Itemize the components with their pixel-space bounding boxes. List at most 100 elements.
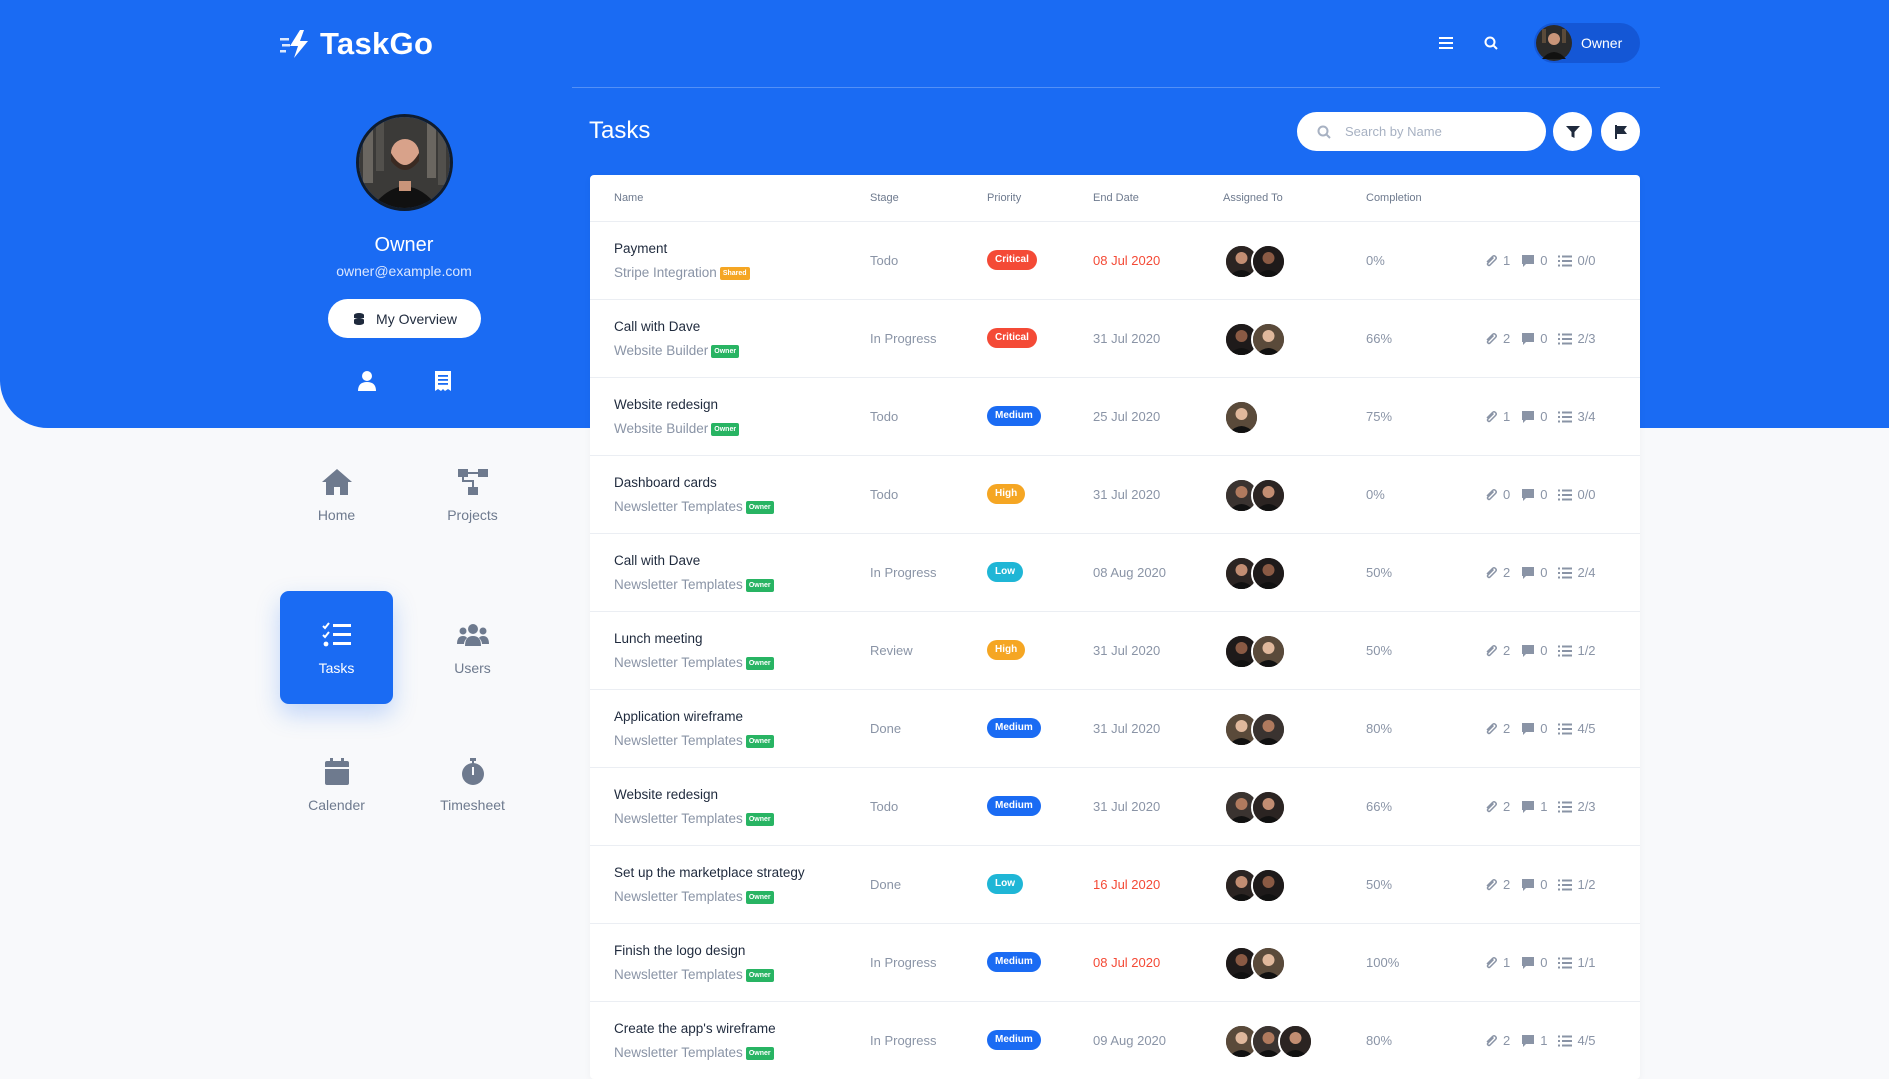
task-project[interactable]: Newsletter Templates Owner [614,810,774,826]
attachments-count[interactable]: 2 [1484,565,1510,580]
table-row[interactable]: Application wireframe Newsletter Template… [590,690,1640,768]
column-header-end-date[interactable]: End Date [1093,192,1139,204]
my-overview-button[interactable]: My Overview [328,299,481,338]
comments-count[interactable]: 0 [1521,331,1547,346]
assignee-avatar[interactable] [1251,556,1286,591]
assignee-avatar[interactable] [1251,790,1286,825]
attachments-count[interactable]: 1 [1484,253,1510,268]
checklist-count[interactable]: 4/5 [1558,1033,1596,1048]
nav-projects[interactable]: Projects [416,438,529,551]
column-header-completion[interactable]: Completion [1366,192,1422,204]
checklist-count[interactable]: 0/0 [1558,487,1596,502]
nav-calendar[interactable]: Calender [280,728,393,841]
task-name[interactable]: Call with Dave [614,319,700,334]
comments-count[interactable]: 0 [1521,877,1547,892]
nav-timesheet[interactable]: Timesheet [416,728,529,841]
comments-count[interactable]: 1 [1521,799,1547,814]
assignee-avatar[interactable] [1251,478,1286,513]
checklist-count[interactable]: 2/4 [1558,565,1596,580]
task-name[interactable]: Website redesign [614,787,718,802]
task-project[interactable]: Newsletter Templates Owner [614,654,774,670]
search-bar[interactable] [1297,112,1546,151]
column-header-priority[interactable]: Priority [987,192,1021,204]
comments-count[interactable]: 0 [1521,253,1547,268]
assignee-avatar[interactable] [1278,1024,1313,1059]
assignee-avatar[interactable] [1251,946,1286,981]
comments-count[interactable]: 1 [1521,1033,1547,1048]
assignee-avatar[interactable] [1224,400,1259,435]
task-project[interactable]: Newsletter Templates Owner [614,1044,774,1060]
table-row[interactable]: Create the app's wireframe Newsletter Tem… [590,1002,1640,1079]
flag-button[interactable] [1601,112,1640,151]
assignee-avatar[interactable] [1251,634,1286,669]
menu-button[interactable] [1433,30,1459,56]
task-name[interactable]: Application wireframe [614,709,743,724]
user-menu[interactable]: Owner [1534,23,1640,63]
comments-count[interactable]: 0 [1521,487,1547,502]
attachments-count[interactable]: 2 [1484,643,1510,658]
task-project[interactable]: Website Builder Owner [614,420,740,436]
comments-count[interactable]: 0 [1521,565,1547,580]
profile-receipt-button[interactable] [432,369,454,393]
nav-tasks[interactable]: Tasks [280,591,393,704]
task-project[interactable]: Newsletter Templates Owner [614,966,774,982]
comments-count[interactable]: 0 [1521,955,1547,970]
assignee-avatar[interactable] [1251,712,1286,747]
checklist-count[interactable]: 2/3 [1558,331,1596,346]
table-row[interactable]: Website redesign Newsletter Templates Owne… [590,768,1640,846]
task-name[interactable]: Dashboard cards [614,475,717,490]
attachments-count[interactable]: 2 [1484,721,1510,736]
task-project[interactable]: Website Builder Owner [614,342,740,358]
table-row[interactable]: Finish the logo design Newsletter Templat… [590,924,1640,1002]
assignee-avatar[interactable] [1251,322,1286,357]
table-row[interactable]: Website redesign Website Builder Owner Todo… [590,378,1640,456]
column-header-assigned-to[interactable]: Assigned To [1223,192,1283,204]
comments-count[interactable]: 0 [1521,643,1547,658]
comments-count[interactable]: 0 [1521,721,1547,736]
checklist-count[interactable]: 2/3 [1558,799,1596,814]
profile-user-button[interactable] [356,369,378,393]
task-name[interactable]: Website redesign [614,397,718,412]
attachments-count[interactable]: 1 [1484,955,1510,970]
task-project[interactable]: Newsletter Templates Owner [614,888,774,904]
task-project[interactable]: Stripe Integration Shared [614,264,750,280]
column-header-stage[interactable]: Stage [870,192,899,204]
checklist-count[interactable]: 1/2 [1558,643,1596,658]
attachments-count[interactable]: 2 [1484,799,1510,814]
assignee-avatar[interactable] [1251,244,1286,279]
search-input[interactable] [1345,124,1525,139]
checklist-count[interactable]: 3/4 [1558,409,1596,424]
table-row[interactable]: Dashboard cards Newsletter Templates Owner… [590,456,1640,534]
assignee-avatar[interactable] [1251,868,1286,903]
task-project[interactable]: Newsletter Templates Owner [614,498,774,514]
checklist-count[interactable]: 0/0 [1558,253,1596,268]
nav-home[interactable]: Home [280,438,393,551]
nav-users[interactable]: Users [416,591,529,704]
task-project[interactable]: Newsletter Templates Owner [614,732,774,748]
task-project[interactable]: Newsletter Templates Owner [614,576,774,592]
task-name[interactable]: Payment [614,241,667,256]
task-name[interactable]: Call with Dave [614,553,700,568]
attachments-count[interactable]: 2 [1484,877,1510,892]
checklist-count[interactable]: 1/2 [1558,877,1596,892]
table-row[interactable]: Call with Dave Newsletter Templates Owner I… [590,534,1640,612]
attachments-count[interactable]: 2 [1484,1033,1510,1048]
attachments-count[interactable]: 0 [1484,487,1510,502]
column-header-name[interactable]: Name [614,192,643,204]
table-row[interactable]: Payment Stripe Integration Shared Todo Criti… [590,222,1640,300]
table-row[interactable]: Set up the marketplace strategy Newslette… [590,846,1640,924]
table-row[interactable]: Call with Dave Website Builder Owner In Pro… [590,300,1640,378]
comments-count[interactable]: 0 [1521,409,1547,424]
search-button[interactable] [1478,30,1504,56]
attachments-count[interactable]: 2 [1484,331,1510,346]
task-name[interactable]: Create the app's wireframe [614,1021,776,1036]
task-name[interactable]: Set up the marketplace strategy [614,865,805,880]
checklist-count[interactable]: 1/1 [1558,955,1596,970]
attachments-count[interactable]: 1 [1484,409,1510,424]
task-name[interactable]: Finish the logo design [614,943,745,958]
table-row[interactable]: Lunch meeting Newsletter Templates Owner Re… [590,612,1640,690]
app-logo[interactable]: TaskGo [280,26,433,62]
checklist-count[interactable]: 4/5 [1558,721,1596,736]
task-name[interactable]: Lunch meeting [614,631,703,646]
filter-button[interactable] [1553,112,1592,151]
